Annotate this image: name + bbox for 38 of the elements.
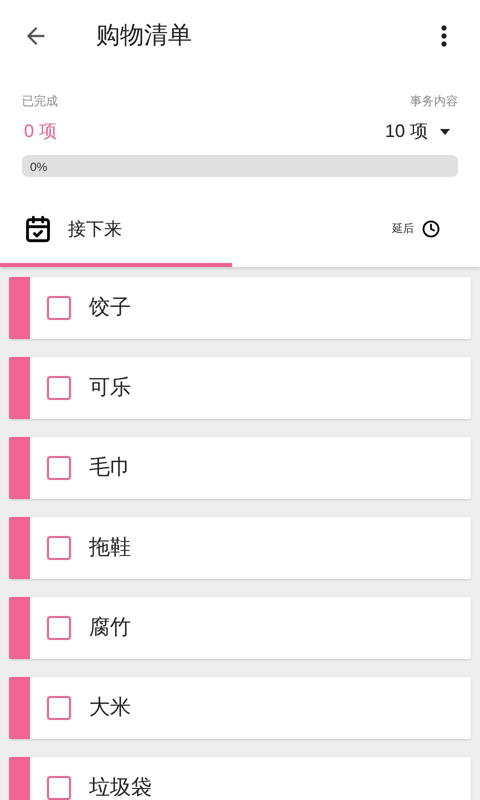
progress-reading: 0%: [30, 159, 48, 176]
menu-icon: [441, 25, 447, 47]
calendar-check-icon: [24, 215, 52, 243]
app-title: 购物清单: [96, 21, 192, 51]
task-card[interactable]: 大米: [9, 677, 471, 739]
dropdown-caret-icon: [440, 128, 450, 134]
task-label: 毛巾: [89, 455, 131, 481]
task-card[interactable]: 腐竹: [9, 597, 471, 659]
card-accent-bar: [9, 277, 30, 339]
total-count-dropdown[interactable]: 10 项: [384, 118, 450, 145]
task-card[interactable]: 可乐: [9, 357, 471, 419]
card-accent-bar: [9, 517, 30, 579]
task-label: 拖鞋: [89, 535, 131, 561]
completed-count: 0 项: [24, 120, 58, 143]
checkbox[interactable]: [47, 376, 71, 400]
tasks-label: 事务内容: [410, 93, 458, 110]
task-label: 垃圾袋: [89, 775, 152, 800]
card-accent-bar: [9, 597, 30, 659]
card-accent-bar: [9, 677, 30, 739]
task-card[interactable]: 垃圾袋: [9, 757, 471, 800]
clock-icon: [422, 220, 440, 238]
task-label: 腐竹: [89, 615, 131, 641]
checkbox[interactable]: [47, 616, 71, 640]
task-card[interactable]: 饺子: [9, 277, 471, 339]
task-card[interactable]: 拖鞋: [9, 517, 471, 579]
checkbox[interactable]: [47, 696, 71, 720]
checkbox[interactable]: [47, 296, 71, 320]
card-accent-bar: [9, 437, 30, 499]
task-label: 饺子: [89, 295, 131, 321]
task-card[interactable]: 毛巾: [9, 437, 471, 499]
checkbox[interactable]: [47, 776, 71, 800]
checkbox[interactable]: [47, 456, 71, 480]
task-label: 可乐: [89, 375, 131, 401]
card-accent-bar: [9, 357, 30, 419]
completed-label: 已完成: [22, 93, 58, 110]
checkbox[interactable]: [47, 536, 71, 560]
task-label: 大米: [89, 695, 131, 721]
tab[interactable]: 延后: [232, 195, 480, 267]
